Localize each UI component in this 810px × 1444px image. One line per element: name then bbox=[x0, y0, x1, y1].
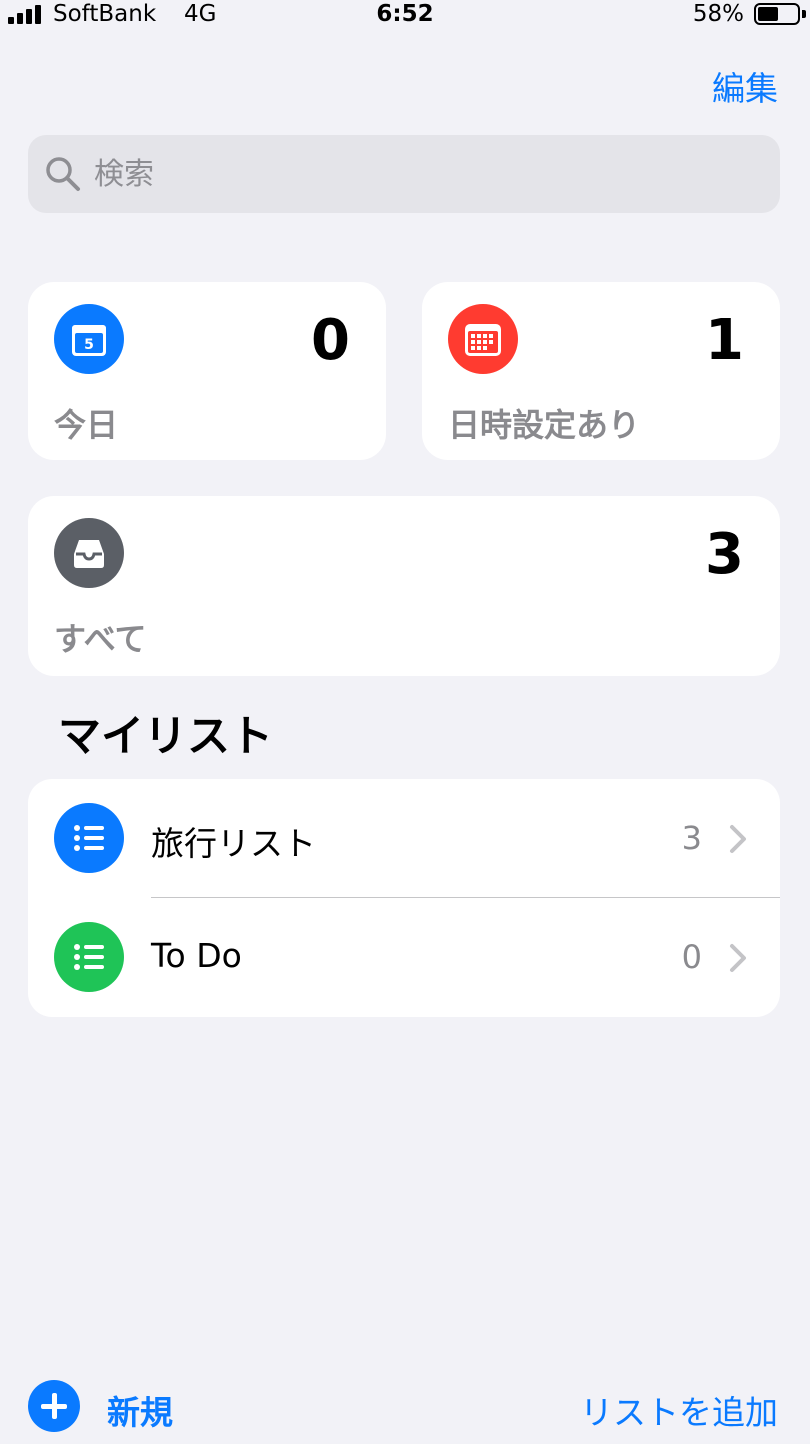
list-item-count: 0 bbox=[681, 938, 702, 976]
list-item-name: To Do bbox=[151, 936, 242, 975]
search-icon bbox=[46, 157, 80, 191]
today-count: 0 bbox=[311, 308, 350, 373]
battery-icon bbox=[754, 3, 800, 25]
calendar-grid-icon bbox=[448, 304, 518, 374]
battery-level bbox=[758, 7, 779, 21]
chevron-right-icon bbox=[730, 944, 746, 972]
list-bullet-icon bbox=[54, 922, 124, 992]
my-lists-title: マイリスト bbox=[58, 712, 273, 762]
list-item-todo[interactable]: To Do 0 bbox=[28, 898, 780, 1017]
list-item-count: 3 bbox=[681, 819, 702, 857]
search-bar[interactable] bbox=[28, 135, 780, 213]
scheduled-count: 1 bbox=[705, 308, 744, 373]
my-lists-group: 旅行リスト 3 To Do 0 bbox=[28, 779, 780, 1017]
battery-percent: 58% bbox=[692, 1, 744, 27]
calendar-day-number: 5 bbox=[84, 337, 94, 353]
edit-button[interactable]: 編集 bbox=[712, 62, 778, 110]
new-reminder-label: 新規 bbox=[107, 1393, 173, 1432]
battery-cap bbox=[802, 10, 806, 18]
tray-icon bbox=[54, 518, 124, 588]
new-reminder-button[interactable]: 新規 bbox=[28, 1380, 228, 1434]
chevron-right-icon bbox=[730, 825, 746, 853]
scheduled-card[interactable]: 1 日時設定あり bbox=[422, 282, 780, 460]
all-card[interactable]: 3 すべて bbox=[28, 496, 780, 676]
status-time: 6:52 bbox=[376, 1, 434, 27]
list-item-travel[interactable]: 旅行リスト 3 bbox=[28, 779, 780, 898]
status-bar: SoftBank 4G 6:52 58% bbox=[0, 0, 810, 32]
list-item-name: 旅行リスト bbox=[151, 824, 316, 863]
calendar-day-icon: 5 bbox=[54, 304, 124, 374]
search-input[interactable] bbox=[94, 135, 754, 213]
today-card[interactable]: 5 0 今日 bbox=[28, 282, 386, 460]
list-bullet-icon bbox=[54, 803, 124, 873]
all-label: すべて bbox=[54, 620, 147, 658]
scheduled-label: 日時設定あり bbox=[448, 406, 641, 444]
today-label: 今日 bbox=[54, 406, 119, 444]
add-list-button[interactable]: リストを追加 bbox=[580, 1386, 778, 1434]
all-count: 3 bbox=[705, 522, 744, 587]
plus-circle-icon bbox=[28, 1380, 80, 1432]
